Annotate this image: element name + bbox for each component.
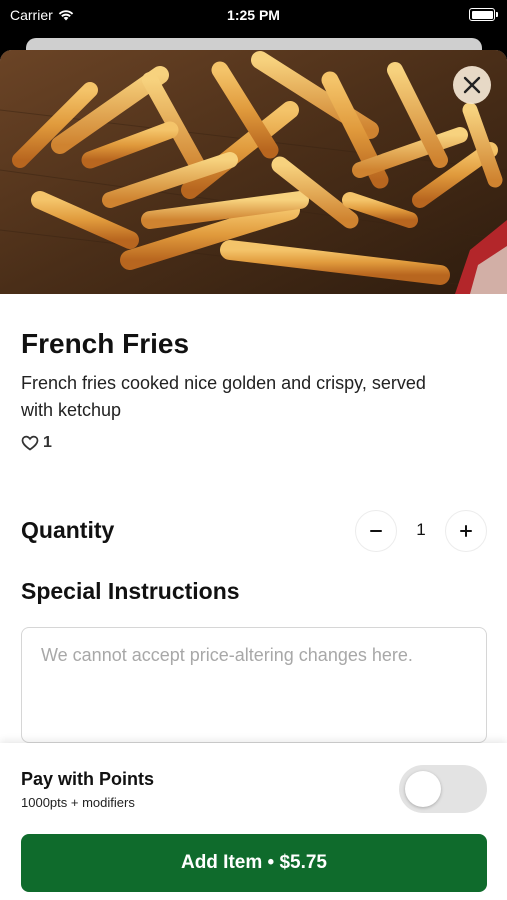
quantity-decrement-button[interactable] (355, 510, 397, 552)
status-bar: Carrier 1:25 PM (0, 0, 507, 30)
battery-icon (469, 8, 498, 21)
quantity-value: 1 (416, 520, 426, 539)
special-instructions-input[interactable] (21, 627, 487, 743)
minus-icon (370, 530, 382, 532)
special-instructions-label: Special Instructions (21, 578, 240, 604)
like-count: 1 (43, 434, 52, 451)
pay-with-points-title: Pay with Points (21, 769, 155, 789)
close-icon (463, 76, 481, 94)
heart-icon (21, 435, 39, 451)
order-footer: Pay with Points 1000pts + modifiers Add … (0, 743, 507, 900)
close-button[interactable] (453, 66, 491, 104)
french-fries-photo (0, 50, 507, 294)
item-image (0, 50, 507, 294)
plus-icon (460, 525, 472, 537)
quantity-label: Quantity (21, 517, 115, 543)
status-time: 1:25 PM (227, 7, 280, 23)
item-detail-sheet: French Fries French fries cooked nice go… (0, 50, 507, 900)
toggle-knob (405, 771, 441, 807)
item-description: French fries cooked nice golden and cris… (21, 373, 426, 420)
like-button[interactable]: 1 (21, 434, 52, 452)
item-title: French Fries (21, 328, 190, 359)
quantity-increment-button[interactable] (445, 510, 487, 552)
pay-with-points-toggle[interactable] (399, 765, 487, 813)
pay-with-points-subtitle: 1000pts + modifiers (21, 795, 135, 810)
add-item-button[interactable]: Add Item • $5.75 (21, 834, 487, 892)
